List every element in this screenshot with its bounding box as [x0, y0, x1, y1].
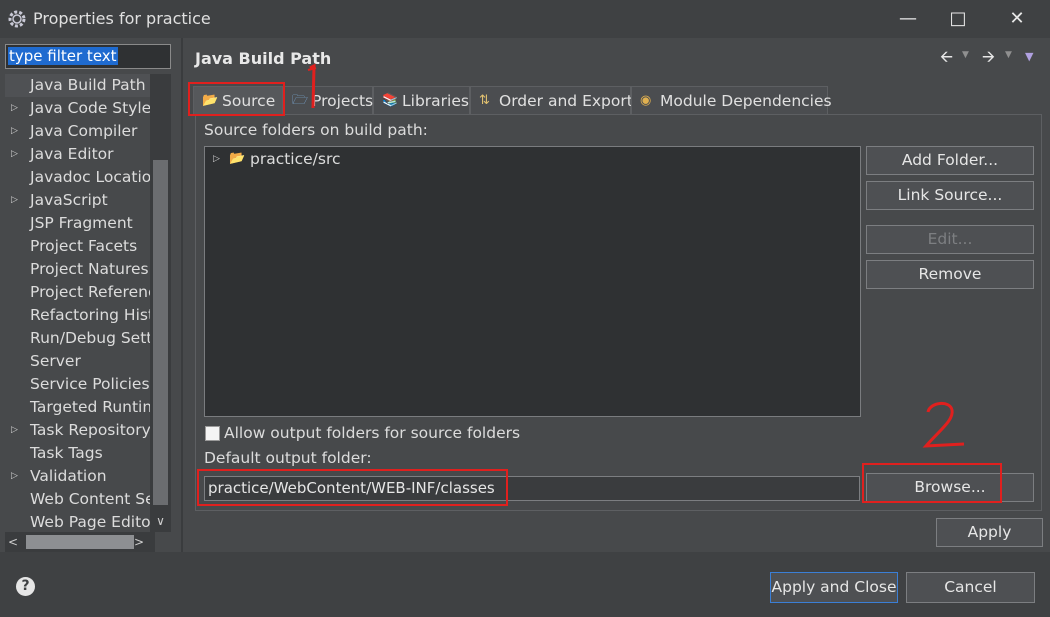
window-title: Properties for practice	[33, 9, 211, 28]
tab-libraries[interactable]: 📚 Libraries	[373, 86, 470, 114]
source-folder-item[interactable]: practice/src	[250, 149, 341, 169]
tree-item[interactable]: JSP Fragment	[5, 212, 150, 235]
tree-item[interactable]: Project Natures	[5, 258, 150, 281]
forward-arrow-icon[interactable]: 🡪	[982, 46, 995, 73]
expand-arrow-icon[interactable]: ▷	[11, 97, 18, 120]
properties-tree[interactable]: Java Build Path ▷ Java Code Style ▷ Java Com…	[5, 74, 150, 534]
tree-item-label: JSP Fragment	[30, 214, 133, 232]
apply-button[interactable]: Apply	[936, 518, 1043, 547]
tree-item-label: Task Repository	[30, 421, 150, 439]
tree-item[interactable]: ▷ Java Code Style	[5, 97, 150, 120]
annotation-number-2	[922, 402, 965, 448]
tree-item[interactable]: Javadoc Location	[5, 166, 150, 189]
close-button[interactable]: ✕	[993, 0, 1041, 38]
tree-item[interactable]: Project References	[5, 281, 150, 304]
tree-item[interactable]: Web Content Settings	[5, 488, 150, 511]
apply-and-close-button[interactable]: Apply and Close	[770, 572, 898, 603]
tree-item-label: Targeted Runtimes	[30, 398, 150, 416]
tree-item[interactable]: Server	[5, 350, 150, 373]
tree-item-label: Web Content Settings	[30, 490, 150, 508]
scroll-left-arrow-icon[interactable]: <	[8, 532, 20, 552]
tree-item-label: Java Editor	[30, 145, 114, 163]
pane-divider[interactable]	[181, 38, 183, 552]
allow-output-folders-label[interactable]: Allow output folders for source folders	[224, 424, 520, 442]
tree-item-label: Validation	[30, 467, 107, 485]
minimize-button[interactable]: —	[884, 0, 932, 38]
forward-menu-icon[interactable]: ▼	[1005, 50, 1012, 60]
scroll-down-arrow-icon[interactable]: ∨	[150, 511, 171, 531]
expand-arrow-icon[interactable]: ▷	[213, 149, 220, 169]
scroll-right-arrow-icon[interactable]: >	[134, 532, 146, 552]
tree-item[interactable]: Run/Debug Settings	[5, 327, 150, 350]
source-folders-label: Source folders on build path:	[204, 121, 428, 139]
tree-item-label: Java Build Path	[30, 76, 146, 94]
annotation-box-browse	[862, 463, 1002, 503]
tab-label: Order and Export	[499, 92, 633, 110]
tree-item-label: Run/Debug Settings	[30, 329, 150, 347]
tree-item-label: Project Facets	[30, 237, 138, 255]
tree-item-label: Refactoring History	[30, 306, 150, 324]
filter-input[interactable]: type filter text	[5, 44, 171, 69]
tab-order-and-export[interactable]: ⇅ Order and Export	[470, 86, 633, 114]
tree-item-label: Project References	[30, 283, 150, 301]
tree-horizontal-scroll-thumb[interactable]	[26, 535, 134, 549]
tree-item[interactable]: Service Policies	[5, 373, 150, 396]
link-source-button[interactable]: Link Source...	[866, 181, 1034, 210]
remove-button[interactable]: Remove	[866, 260, 1034, 289]
tab-module-dependencies[interactable]: ◉ Module Dependencies	[631, 86, 832, 114]
add-folder-button[interactable]: Add Folder...	[866, 146, 1034, 175]
tree-vertical-scroll-thumb[interactable]	[153, 160, 168, 505]
help-icon[interactable]: ?	[16, 577, 35, 596]
tree-item-label: Java Code Style	[30, 99, 150, 117]
cancel-button[interactable]: Cancel	[906, 572, 1035, 603]
annotation-box-output-folder	[197, 469, 508, 506]
tree-item[interactable]: Targeted Runtimes	[5, 396, 150, 419]
annotation-number-1	[307, 63, 317, 109]
tree-item[interactable]: Java Build Path	[5, 74, 150, 97]
tree-item-label: Web Page Editor	[30, 513, 150, 531]
tree-item-label: Service Policies	[30, 375, 150, 393]
back-arrow-icon[interactable]: 🡨	[940, 46, 953, 73]
expand-arrow-icon[interactable]: ▷	[11, 419, 18, 442]
tree-item-label: Server	[30, 352, 81, 370]
source-folders-tree[interactable]	[204, 146, 861, 417]
tree-item-label: Java Compiler	[30, 122, 138, 140]
tree-item-label: Project Natures	[30, 260, 149, 278]
order-icon: ⇅	[479, 93, 490, 108]
tab-label: Libraries	[402, 92, 469, 110]
expand-arrow-icon[interactable]: ▷	[11, 143, 18, 166]
tree-item[interactable]: Project Facets	[5, 235, 150, 258]
filter-text-selected: type filter text	[8, 47, 118, 65]
edit-button[interactable]: Edit...	[866, 225, 1034, 254]
tab-projects[interactable]: 🗁 Projects	[283, 86, 373, 114]
maximize-button[interactable]: □	[934, 0, 982, 38]
back-menu-icon[interactable]: ▼	[962, 50, 969, 60]
libraries-icon: 📚	[382, 93, 399, 108]
tree-item[interactable]: Refactoring History	[5, 304, 150, 327]
view-menu-icon[interactable]: ▼	[1025, 50, 1033, 63]
package-folder-icon: 📂	[229, 151, 246, 166]
expand-arrow-icon[interactable]: ▷	[11, 189, 18, 212]
eclipse-gear-icon	[8, 10, 26, 28]
default-output-folder-label: Default output folder:	[204, 449, 372, 467]
tree-item-label: Javadoc Location	[30, 168, 150, 186]
expand-arrow-icon[interactable]: ▷	[11, 120, 18, 143]
tree-item[interactable]: ▷ Task Repository	[5, 419, 150, 442]
annotation-box-source-tab	[188, 82, 285, 116]
tree-item[interactable]: ▷ Java Editor	[5, 143, 150, 166]
tree-item-label: JavaScript	[30, 191, 108, 209]
tab-label: Module Dependencies	[660, 92, 832, 110]
tree-item[interactable]: ▷ Java Compiler	[5, 120, 150, 143]
tab-bar: 📂 Source 🗁 Projects 📚 Libraries ⇅ Order …	[193, 86, 832, 114]
tree-item[interactable]: ▷ JavaScript	[5, 189, 150, 212]
tree-item[interactable]: ▷ Validation	[5, 465, 150, 488]
tree-item[interactable]: Web Page Editor	[5, 511, 150, 534]
expand-arrow-icon[interactable]: ▷	[11, 465, 18, 488]
allow-output-folders-checkbox[interactable]	[205, 426, 220, 441]
tree-item[interactable]: Task Tags	[5, 442, 150, 465]
module-icon: ◉	[640, 93, 652, 108]
tree-item-label: Task Tags	[30, 444, 103, 462]
